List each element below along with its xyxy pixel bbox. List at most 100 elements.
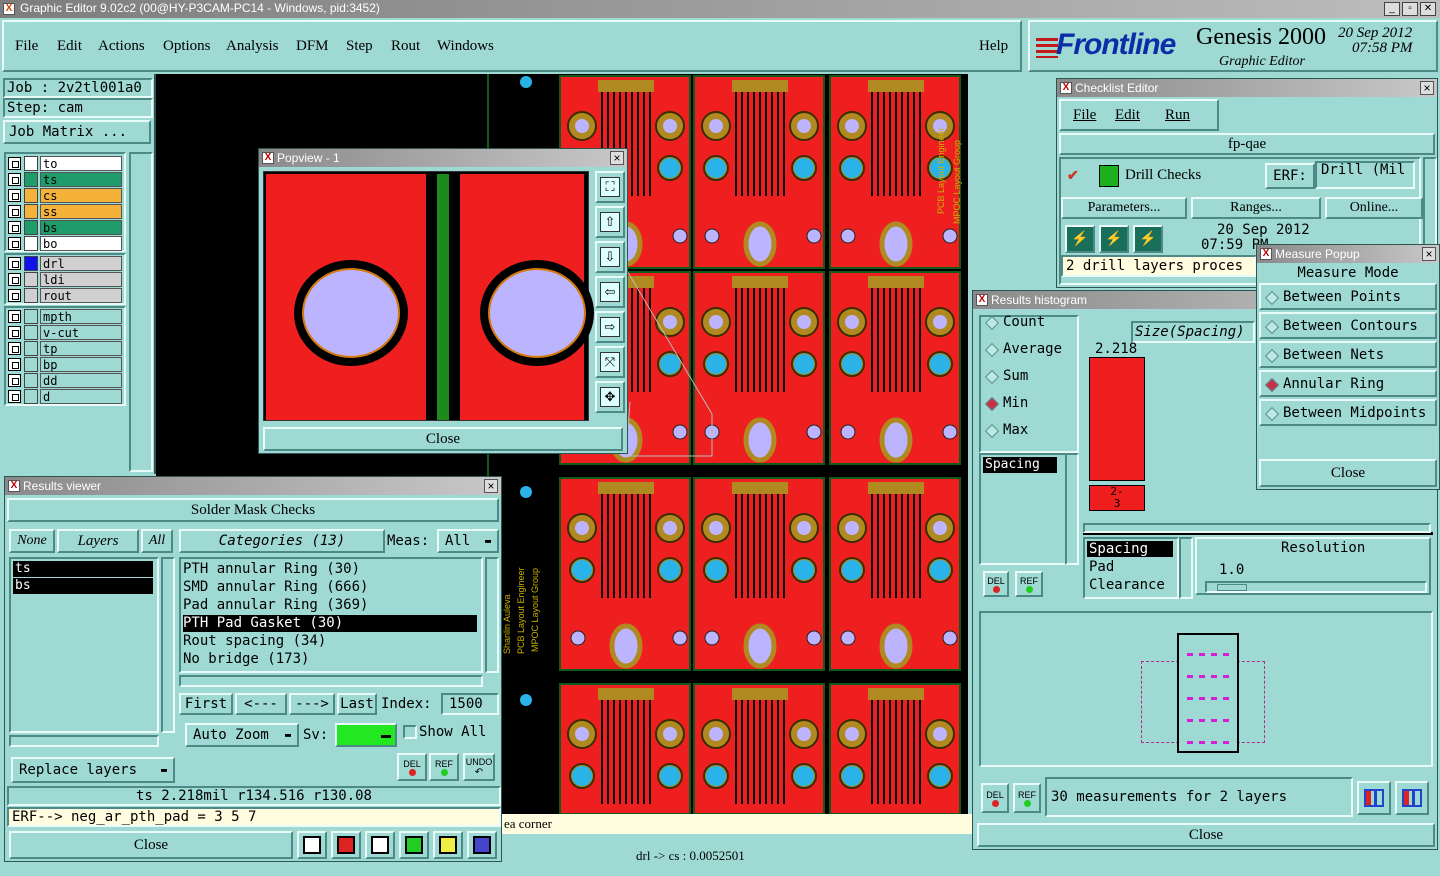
layer-row-mpth[interactable]: mpth — [8, 309, 122, 324]
category-item[interactable]: PTH Pad Gasket (30) — [183, 615, 477, 632]
category-list-scrollbar[interactable] — [485, 557, 499, 673]
popview-tool-pan-left-button[interactable]: ⇦ — [595, 276, 625, 308]
chart-button[interactable] — [467, 831, 497, 859]
layer-row-ts[interactable]: ts — [8, 172, 122, 187]
layer-color-swatch[interactable] — [24, 325, 38, 340]
layer-list-hscroll[interactable] — [9, 735, 159, 747]
first-button[interactable]: First — [179, 693, 233, 715]
category-item[interactable]: PTH annular Ring (30) — [183, 561, 477, 578]
menu-help[interactable]: Help — [979, 38, 1008, 55]
index-input[interactable]: 1500 — [441, 693, 499, 715]
ranges-button[interactable]: Ranges... — [1191, 197, 1321, 219]
chart-view-button-1[interactable] — [1357, 781, 1391, 815]
popview-tool-pan-up-button[interactable]: ⇧ — [595, 206, 625, 238]
sv-color-dropdown[interactable]: ▬ — [335, 723, 397, 747]
chart-view-button-2[interactable] — [1395, 781, 1429, 815]
summary-del-button[interactable]: DEL — [981, 783, 1009, 813]
measure-mode-between-nets[interactable]: Between Nets — [1259, 341, 1437, 368]
layer-checkbox[interactable] — [8, 374, 21, 387]
layer-checkbox[interactable] — [8, 289, 21, 302]
hist-del-button[interactable]: DEL — [983, 571, 1009, 597]
undo-button[interactable]: UNDO ↶ — [463, 753, 495, 781]
category-list-hscroll[interactable] — [179, 675, 483, 687]
resolution-slider[interactable] — [1205, 581, 1427, 593]
checklist-menu-edit[interactable]: Edit — [1115, 107, 1140, 124]
report-button[interactable] — [297, 831, 327, 859]
job-matrix-button[interactable]: Job Matrix ... — [3, 120, 151, 144]
maximize-button[interactable]: ▫ — [1402, 2, 1418, 16]
attr-item[interactable]: Clearance — [1087, 577, 1173, 593]
layer-color-swatch[interactable] — [24, 272, 38, 287]
layer-color-swatch[interactable] — [24, 236, 38, 251]
menu-file[interactable]: File — [15, 38, 38, 55]
ref-filter-button[interactable] — [365, 831, 395, 859]
popview-canvas[interactable] — [263, 171, 594, 421]
layer-list-item[interactable]: bs — [13, 578, 153, 594]
online-button[interactable]: Online... — [1325, 197, 1423, 219]
measure-mode-between-points[interactable]: Between Points — [1259, 283, 1437, 310]
menu-rout[interactable]: Rout — [391, 38, 420, 55]
layer-row-drl[interactable]: drl — [8, 256, 122, 271]
hist-ref-button[interactable]: REF — [1015, 571, 1043, 597]
slider-thumb[interactable] — [1217, 584, 1247, 591]
layer-row-rout[interactable]: rout — [8, 288, 122, 303]
popview-tool-pan-right-button[interactable]: ⇨ — [595, 311, 625, 343]
popview-tool-zoom-out-button[interactable]: ✥ — [595, 381, 625, 413]
layer-checkbox[interactable] — [8, 358, 21, 371]
layers-button[interactable]: Layers — [57, 529, 139, 553]
field-item[interactable]: Spacing — [983, 457, 1057, 473]
menu-windows[interactable]: Windows — [437, 38, 494, 55]
layer-color-swatch[interactable] — [24, 204, 38, 219]
layers-none-button[interactable]: None — [9, 529, 55, 553]
measure-mode-annular-ring[interactable]: Annular Ring — [1259, 370, 1437, 397]
summary-ref-button[interactable]: REF — [1013, 783, 1041, 813]
layer-checkbox[interactable] — [8, 342, 21, 355]
layer-checkbox[interactable] — [8, 257, 21, 270]
layer-color-swatch[interactable] — [24, 220, 38, 235]
layer-color-swatch[interactable] — [24, 389, 38, 404]
attr-list-scrollbar[interactable] — [1179, 537, 1193, 599]
layer-color-swatch[interactable] — [24, 156, 38, 171]
layer-color-swatch[interactable] — [24, 373, 38, 388]
field-list-scrollbar[interactable] — [1065, 453, 1079, 565]
results-viewer-close-button[interactable]: Close — [9, 831, 293, 859]
histogram-close-button[interactable]: Close — [977, 823, 1435, 847]
run-button[interactable]: ⚡ — [1065, 225, 1095, 253]
last-button[interactable]: Last — [337, 693, 377, 715]
del-button[interactable]: DEL — [397, 753, 427, 781]
popview-tool-zoom-in-button[interactable]: ⤧ — [595, 346, 625, 378]
menu-dfm[interactable]: DFM — [296, 38, 329, 55]
run-all-button[interactable]: ⚡ — [1099, 225, 1129, 253]
checklist-close-icon[interactable]: × — [1420, 81, 1434, 95]
layer-color-swatch[interactable] — [24, 288, 38, 303]
layer-checkbox[interactable] — [8, 173, 21, 186]
show-all-checkbox[interactable] — [403, 725, 417, 739]
auto-zoom-dropdown[interactable]: Auto Zoom ▬ — [185, 723, 299, 747]
category-item[interactable]: No bridge (173) — [183, 651, 477, 668]
layer-list-scrollbar[interactable] — [161, 557, 175, 733]
popview-close-button[interactable]: Close — [263, 427, 623, 451]
popview-close-icon[interactable]: × — [610, 151, 624, 165]
next-button[interactable]: ---> — [289, 693, 335, 715]
popview-tool-zoom-fit-button[interactable]: ⛶ — [595, 171, 625, 203]
menu-edit[interactable]: Edit — [57, 38, 82, 55]
step-button[interactable] — [399, 831, 429, 859]
layer-checkbox[interactable] — [8, 189, 21, 202]
layer-checkbox[interactable] — [8, 157, 21, 170]
layer-checkbox[interactable] — [8, 326, 21, 339]
layer-color-swatch[interactable] — [24, 357, 38, 372]
layer-color-swatch[interactable] — [24, 172, 38, 187]
measure-mode-between-midpoints[interactable]: Between Midpoints — [1259, 399, 1437, 426]
layer-color-swatch[interactable] — [24, 188, 38, 203]
parameters-button[interactable]: Parameters... — [1061, 197, 1187, 219]
layers-all-button[interactable]: All — [141, 529, 173, 553]
prev-button[interactable]: <--- — [235, 693, 287, 715]
layer-list-item[interactable]: ts — [13, 561, 153, 577]
layer-row-bs[interactable]: bs — [8, 220, 122, 235]
layer-checkbox[interactable] — [8, 273, 21, 286]
layer-checkbox[interactable] — [8, 237, 21, 250]
categories-button[interactable]: Categories (13) — [179, 529, 385, 553]
measure-mode-between-contours[interactable]: Between Contours — [1259, 312, 1437, 339]
menu-actions[interactable]: Actions — [98, 38, 145, 55]
layer-row-cs[interactable]: cs — [8, 188, 122, 203]
